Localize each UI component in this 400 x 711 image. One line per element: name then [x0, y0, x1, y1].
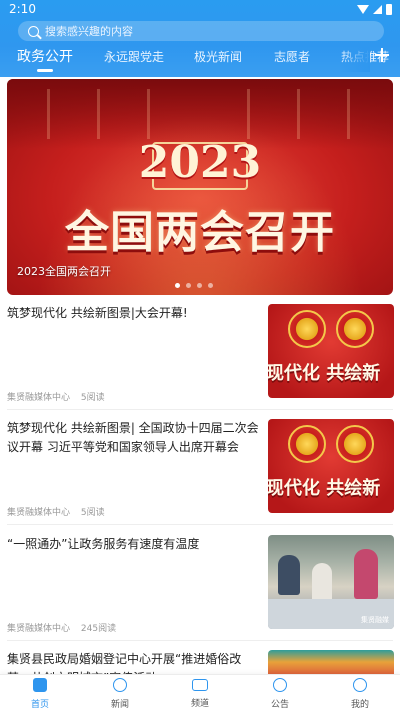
status-icons [357, 4, 392, 15]
news-title: 筑梦现代化 共绘新图景| 全国政协十四届二次会议开幕 习近平等党和国家领导人出席… [7, 421, 259, 454]
news-reads: 5阅读 [80, 508, 105, 518]
bottom-navigation: 首页 新闻 频道 公告 我的 [0, 674, 400, 711]
nav-home[interactable]: 首页 [10, 678, 70, 710]
tab-volunteers[interactable]: 志愿者 [274, 48, 310, 65]
news-source: 集贤融媒体中心 [7, 624, 71, 634]
thumbnail-text: 现代化 共绘新 [268, 478, 381, 499]
nav-announcement[interactable]: 公告 [250, 678, 310, 710]
nav-label: 频道 [190, 699, 209, 709]
carousel-dot[interactable] [186, 283, 191, 288]
divider [7, 524, 393, 525]
news-item[interactable]: 集贤县民政局婚姻登记中心开展“推进婚俗改革，共创文明城市”宣传活动 [0, 650, 400, 674]
news-thumbnail: 现代化 共绘新 [268, 304, 394, 398]
nav-channel[interactable]: 频道 [170, 678, 230, 709]
national-emblem-icon [288, 425, 326, 463]
nav-label: 首页 [30, 700, 49, 710]
thumbnail-text: 现代化 共绘新 [268, 363, 381, 384]
status-bar: 2:10 [0, 0, 400, 20]
tab-fade [340, 44, 370, 72]
search-placeholder: 搜索感兴趣的内容 [45, 25, 133, 38]
category-tabs: 政务公开 永远跟党走 极光新闻 志愿者 热点推荐 [0, 44, 400, 74]
tab-follow-party[interactable]: 永远跟党走 [104, 48, 164, 65]
banner-carousel[interactable]: 2023 全国两会召开 2023全国两会召开 [7, 79, 393, 295]
home-icon [33, 678, 47, 692]
profile-icon [353, 678, 367, 692]
news-item[interactable]: 筑梦现代化 共绘新图景|大会开幕! 集贤融媒体中心 5阅读 现代化 共绘新 [0, 304, 400, 404]
banner-caption: 2023全国两会召开 [17, 265, 111, 278]
news-reads: 245阅读 [80, 624, 117, 634]
news-icon [113, 678, 127, 692]
news-thumbnail [268, 650, 394, 674]
status-time: 2:10 [9, 2, 36, 16]
carousel-indicator [175, 283, 213, 288]
carousel-dot[interactable] [208, 283, 213, 288]
news-title: 筑梦现代化 共绘新图景|大会开幕! [7, 306, 188, 320]
tab-government-affairs[interactable]: 政务公开 [17, 46, 73, 72]
thumbnail-watermark: 集贤融媒 [361, 616, 389, 624]
nav-label: 新闻 [110, 700, 129, 710]
news-meta: 集贤融媒体中心 245阅读 [7, 621, 116, 634]
channel-icon [192, 679, 208, 691]
search-bar[interactable]: 搜索感兴趣的内容 [18, 21, 384, 41]
news-source: 集贤融媒体中心 [7, 393, 71, 403]
search-icon [28, 25, 39, 37]
wifi-icon [357, 5, 369, 14]
signal-icon [373, 5, 382, 14]
battery-icon [386, 4, 392, 15]
nav-profile[interactable]: 我的 [330, 678, 390, 710]
nav-label: 公告 [270, 700, 289, 710]
news-title: “一照通办”让政务服务有速度有温度 [7, 537, 200, 551]
app-header: 2:10 搜索感兴趣的内容 政务公开 永远跟党走 极光新闻 志愿者 热点推荐 [0, 0, 400, 77]
news-meta: 集贤融媒体中心 5阅读 [7, 390, 105, 403]
news-source: 集贤融媒体中心 [7, 508, 71, 518]
banner-year: 2023 [138, 137, 262, 188]
news-item[interactable]: 筑梦现代化 共绘新图景| 全国政协十四届二次会议开幕 习近平等党和国家领导人出席… [0, 419, 400, 519]
news-meta: 集贤融媒体中心 5阅读 [7, 505, 105, 518]
carousel-dot[interactable] [175, 283, 180, 288]
announcement-icon [273, 678, 287, 692]
carousel-dot[interactable] [197, 283, 202, 288]
add-channel-icon[interactable] [374, 47, 390, 63]
banner-headline: 全国两会召开 [65, 207, 335, 258]
news-thumbnail: 集贤融媒 [268, 535, 394, 629]
news-item[interactable]: “一照通办”让政务服务有速度有温度 集贤融媒体中心 245阅读 集贤融媒 [0, 535, 400, 635]
divider [7, 409, 393, 410]
cppcc-emblem-icon [336, 310, 374, 348]
tab-aurora-news[interactable]: 极光新闻 [194, 48, 242, 65]
divider [7, 640, 393, 641]
nav-news[interactable]: 新闻 [90, 678, 150, 710]
national-emblem-icon [288, 310, 326, 348]
news-title: 集贤县民政局婚姻登记中心开展“推进婚俗改革，共创文明城市”宣传活动 [7, 652, 242, 674]
cppcc-emblem-icon [336, 425, 374, 463]
nav-label: 我的 [350, 700, 369, 710]
news-thumbnail: 现代化 共绘新 [268, 419, 394, 513]
news-reads: 5阅读 [80, 393, 105, 403]
